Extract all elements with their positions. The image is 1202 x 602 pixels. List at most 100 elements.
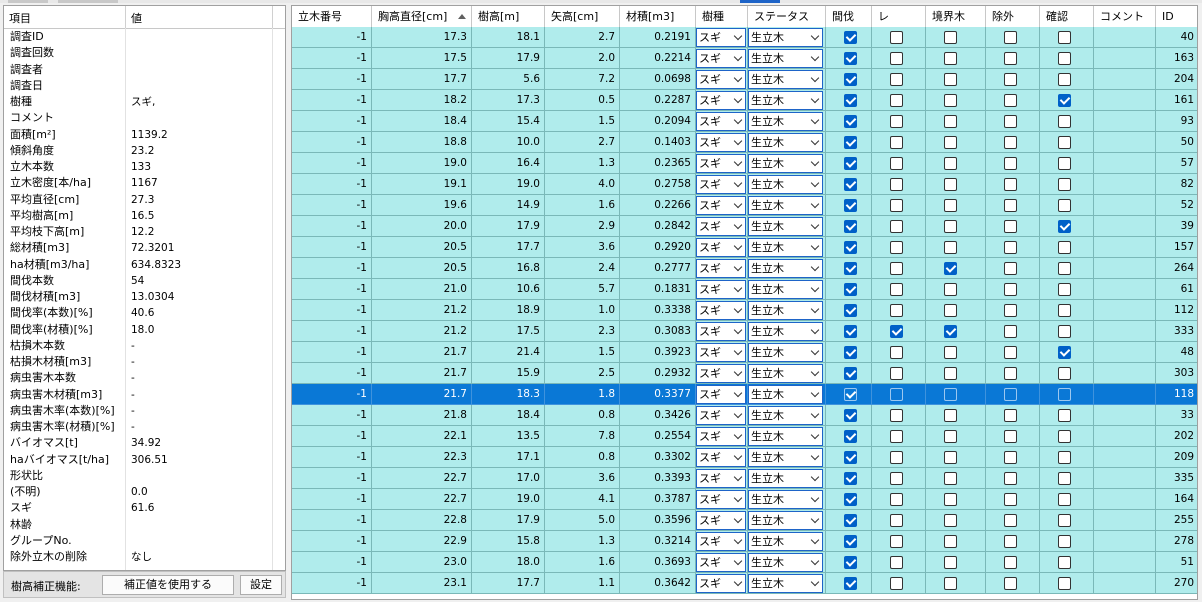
cell-comment[interactable] <box>1094 132 1156 153</box>
excluded-checkbox[interactable] <box>1004 451 1017 464</box>
cell-tree-number[interactable]: -1 <box>292 111 372 132</box>
cell-volume[interactable]: 0.3596 <box>620 510 696 531</box>
re-checkbox[interactable] <box>890 220 903 233</box>
thinning-checkbox[interactable] <box>844 472 857 485</box>
cell-comment[interactable] <box>1094 300 1156 321</box>
cell-sweep[interactable]: 4.1 <box>545 489 620 510</box>
boundary-tree-checkbox[interactable] <box>944 73 957 86</box>
cell-tree-height[interactable]: 21.4 <box>472 342 545 363</box>
cell-tree-height[interactable]: 17.9 <box>472 216 545 237</box>
re-checkbox[interactable] <box>890 472 903 485</box>
thinning-checkbox[interactable] <box>844 73 857 86</box>
status-dropdown[interactable]: 生立木 <box>748 490 823 509</box>
cell-tree-number[interactable]: -1 <box>292 174 372 195</box>
confirmed-checkbox[interactable] <box>1058 535 1071 548</box>
cell-id[interactable]: 57 <box>1156 153 1197 174</box>
cell-volume[interactable]: 0.2758 <box>620 174 696 195</box>
cell-sweep[interactable]: 5.7 <box>545 279 620 300</box>
cell-dbh[interactable]: 21.2 <box>372 300 472 321</box>
boundary-tree-checkbox[interactable] <box>944 388 957 401</box>
summary-row[interactable]: バイオマス[t] 34.92 <box>4 435 285 451</box>
boundary-tree-checkbox[interactable] <box>944 367 957 380</box>
confirmed-checkbox[interactable] <box>1058 346 1071 359</box>
cell-tree-height[interactable]: 17.5 <box>472 321 545 342</box>
re-checkbox[interactable] <box>890 556 903 569</box>
cell-dbh[interactable]: 21.7 <box>372 384 472 405</box>
cell-id[interactable]: 51 <box>1156 552 1197 573</box>
re-checkbox[interactable] <box>890 409 903 422</box>
top-tab-active[interactable] <box>740 0 780 3</box>
status-dropdown[interactable]: 生立木 <box>748 175 823 194</box>
column-header-tree-number[interactable]: 立木番号 <box>292 6 372 27</box>
excluded-checkbox[interactable] <box>1004 241 1017 254</box>
re-checkbox[interactable] <box>890 325 903 338</box>
thinning-checkbox[interactable] <box>844 304 857 317</box>
cell-id[interactable]: 164 <box>1156 489 1197 510</box>
thinning-checkbox[interactable] <box>844 430 857 443</box>
cell-id[interactable]: 161 <box>1156 90 1197 111</box>
cell-tree-number[interactable]: -1 <box>292 69 372 90</box>
re-checkbox[interactable] <box>890 493 903 506</box>
cell-id[interactable]: 270 <box>1156 573 1197 594</box>
table-row[interactable]: -1 20.5 17.7 3.6 0.2920 スギ 生立木 157 <box>292 237 1197 258</box>
summary-header-value[interactable]: 値 <box>131 10 142 26</box>
cell-id[interactable]: 335 <box>1156 468 1197 489</box>
table-row[interactable]: -1 22.7 19.0 4.1 0.3787 スギ 生立木 164 <box>292 489 1197 510</box>
thinning-checkbox[interactable] <box>844 325 857 338</box>
cell-volume[interactable]: 0.3923 <box>620 342 696 363</box>
excluded-checkbox[interactable] <box>1004 472 1017 485</box>
cell-sweep[interactable]: 0.5 <box>545 90 620 111</box>
boundary-tree-checkbox[interactable] <box>944 220 957 233</box>
cell-tree-height[interactable]: 14.9 <box>472 195 545 216</box>
re-checkbox[interactable] <box>890 346 903 359</box>
cell-tree-number[interactable]: -1 <box>292 195 372 216</box>
cell-tree-height[interactable]: 15.8 <box>472 531 545 552</box>
species-dropdown[interactable]: スギ <box>696 343 746 362</box>
cell-tree-height[interactable]: 19.0 <box>472 489 545 510</box>
re-checkbox[interactable] <box>890 115 903 128</box>
cell-tree-height[interactable]: 17.7 <box>472 237 545 258</box>
table-row[interactable]: -1 17.5 17.9 2.0 0.2214 スギ 生立木 163 <box>292 48 1197 69</box>
cell-sweep[interactable]: 1.5 <box>545 342 620 363</box>
column-header-comment[interactable]: コメント <box>1094 6 1156 27</box>
cell-dbh[interactable]: 22.1 <box>372 426 472 447</box>
summary-row[interactable]: (不明) 0.0 <box>4 484 285 500</box>
cell-tree-number[interactable]: -1 <box>292 258 372 279</box>
cell-volume[interactable]: 0.2932 <box>620 363 696 384</box>
cell-dbh[interactable]: 17.5 <box>372 48 472 69</box>
confirmed-checkbox[interactable] <box>1058 220 1071 233</box>
thinning-checkbox[interactable] <box>844 535 857 548</box>
re-checkbox[interactable] <box>890 94 903 107</box>
table-row[interactable]: -1 19.6 14.9 1.6 0.2266 スギ 生立木 52 <box>292 195 1197 216</box>
cell-dbh[interactable]: 19.1 <box>372 174 472 195</box>
top-tab[interactable] <box>58 0 118 3</box>
summary-row[interactable]: 総材積[m3] 72.3201 <box>4 240 285 256</box>
boundary-tree-checkbox[interactable] <box>944 283 957 296</box>
summary-row[interactable]: 平均直径[cm] 27.3 <box>4 192 285 208</box>
cell-volume[interactable]: 0.2777 <box>620 258 696 279</box>
cell-dbh[interactable]: 20.5 <box>372 258 472 279</box>
cell-id[interactable]: 118 <box>1156 384 1197 405</box>
cell-volume[interactable]: 0.0698 <box>620 69 696 90</box>
cell-id[interactable]: 157 <box>1156 237 1197 258</box>
cell-tree-number[interactable]: -1 <box>292 342 372 363</box>
cell-comment[interactable] <box>1094 174 1156 195</box>
species-dropdown[interactable]: スギ <box>696 196 746 215</box>
cell-volume[interactable]: 0.2191 <box>620 27 696 48</box>
cell-volume[interactable]: 0.2214 <box>620 48 696 69</box>
confirmed-checkbox[interactable] <box>1058 94 1071 107</box>
cell-comment[interactable] <box>1094 531 1156 552</box>
cell-id[interactable]: 202 <box>1156 426 1197 447</box>
column-header-dbh[interactable]: 胸高直径[cm] <box>372 6 472 27</box>
confirmed-checkbox[interactable] <box>1058 514 1071 527</box>
cell-sweep[interactable]: 2.4 <box>545 258 620 279</box>
excluded-checkbox[interactable] <box>1004 199 1017 212</box>
table-row[interactable]: -1 21.2 18.9 1.0 0.3338 スギ 生立木 112 <box>292 300 1197 321</box>
table-row[interactable]: -1 21.2 17.5 2.3 0.3083 スギ 生立木 333 <box>292 321 1197 342</box>
cell-tree-height[interactable]: 18.4 <box>472 405 545 426</box>
cell-volume[interactable]: 0.3214 <box>620 531 696 552</box>
species-dropdown[interactable]: スギ <box>696 574 746 593</box>
cell-dbh[interactable]: 20.0 <box>372 216 472 237</box>
excluded-checkbox[interactable] <box>1004 388 1017 401</box>
settings-button[interactable]: 設定 <box>240 575 282 595</box>
